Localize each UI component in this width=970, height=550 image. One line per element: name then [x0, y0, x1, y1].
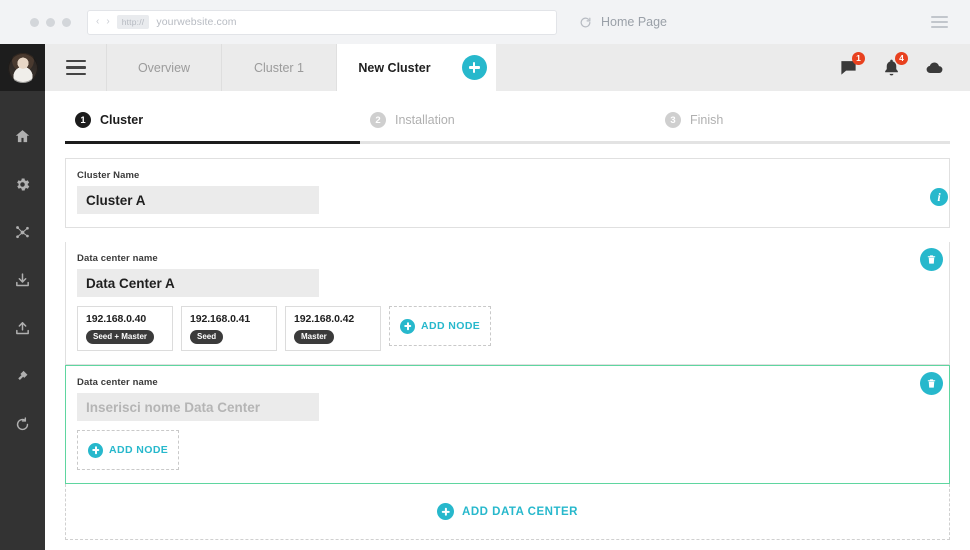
- node-card[interactable]: 192.168.0.41 Seed: [181, 306, 277, 351]
- wizard-stepper: 1 Cluster 2 Installation 3 Finish: [65, 91, 950, 144]
- left-sidebar: [0, 44, 45, 550]
- window-traffic-lights: [30, 17, 71, 27]
- add-node-label: ADD NODE: [109, 444, 169, 456]
- node-role-tag: Seed + Master: [86, 330, 155, 344]
- add-tab-container: [452, 44, 496, 91]
- wizard-content: i 1 Cluster 2 Installation 3 Finish Clus…: [45, 91, 970, 550]
- menu-hamburger-icon[interactable]: [45, 44, 107, 91]
- add-data-center-button[interactable]: ADD DATA CENTER: [65, 484, 950, 540]
- messages-badge: 1: [852, 52, 865, 65]
- protocol-badge: http://: [116, 15, 150, 29]
- topbar-actions: 1 4: [839, 44, 970, 91]
- forward-arrow-icon[interactable]: ›: [106, 17, 109, 27]
- url-text[interactable]: yourwebsite.com: [156, 16, 236, 28]
- upload-icon: [14, 320, 31, 337]
- refresh-icon: [14, 416, 31, 433]
- step-cluster[interactable]: 1 Cluster: [65, 105, 360, 144]
- data-center-name-label: Data center name: [77, 377, 158, 388]
- sidebar-nav: [0, 91, 45, 439]
- main-column: Overview Cluster 1 New Cluster 1 4 i 1 C…: [45, 44, 970, 550]
- step-label: Cluster: [100, 113, 144, 127]
- add-node-button[interactable]: ADD NODE: [77, 430, 180, 470]
- data-center-name-label: Data center name: [77, 253, 158, 264]
- sidebar-item-upload[interactable]: [0, 313, 45, 343]
- tab-label: Overview: [137, 60, 191, 75]
- sidebar-item-settings[interactable]: [0, 169, 45, 199]
- step-label: Installation: [395, 113, 455, 127]
- refresh-icon[interactable]: [579, 16, 592, 29]
- node-role-tag: Master: [294, 330, 334, 344]
- data-center-panel-new: Data center name ADD NODE: [65, 365, 950, 484]
- step-label: Finish: [690, 113, 724, 127]
- delete-data-center-button[interactable]: [920, 372, 943, 395]
- cluster-nodes-icon: [14, 224, 31, 241]
- maximize-window-dot[interactable]: [62, 17, 71, 27]
- node-role-tag: Seed: [190, 330, 224, 344]
- data-center-panel: Data center name 192.168.0.40 Seed + Mas…: [65, 242, 950, 365]
- add-node-label: ADD NODE: [421, 320, 481, 332]
- step-number: 2: [370, 112, 386, 128]
- browser-menu-icon[interactable]: [931, 16, 948, 28]
- tab-label: Cluster 1: [253, 60, 305, 75]
- alerts-badge: 4: [895, 52, 908, 65]
- tab-overview[interactable]: Overview: [106, 44, 222, 91]
- plus-icon: [88, 442, 103, 458]
- node-list: 192.168.0.40 Seed + Master 192.168.0.41 …: [77, 306, 938, 351]
- minimize-window-dot[interactable]: [46, 17, 55, 27]
- avatar: [7, 52, 38, 83]
- sidebar-item-download[interactable]: [0, 265, 45, 295]
- hammer-icon: [14, 368, 31, 385]
- add-tab-button[interactable]: [461, 55, 487, 80]
- node-list: ADD NODE: [77, 430, 938, 470]
- close-window-dot[interactable]: [30, 17, 39, 27]
- node-card[interactable]: 192.168.0.40 Seed + Master: [77, 306, 173, 351]
- messages-button[interactable]: 1: [839, 52, 865, 77]
- browser-nav-arrows: ‹ ›: [96, 17, 110, 27]
- step-installation[interactable]: 2 Installation: [360, 105, 655, 144]
- home-icon: [14, 128, 31, 145]
- node-ip: 192.168.0.40: [86, 313, 147, 325]
- sidebar-item-cluster[interactable]: [0, 217, 45, 247]
- data-center-name-input[interactable]: [77, 393, 319, 421]
- sidebar-item-tools[interactable]: [0, 361, 45, 391]
- app-shell: Overview Cluster 1 New Cluster 1 4 i 1 C…: [0, 44, 970, 550]
- back-arrow-icon[interactable]: ‹: [96, 17, 99, 27]
- data-center-name-input[interactable]: [77, 269, 319, 297]
- top-tab-bar: Overview Cluster 1 New Cluster 1 4: [45, 44, 970, 91]
- cloud-button[interactable]: [925, 58, 944, 77]
- add-node-button[interactable]: ADD NODE: [389, 306, 492, 346]
- node-ip: 192.168.0.41: [190, 313, 251, 325]
- page-title: Home Page: [601, 15, 668, 29]
- tab-cluster-1[interactable]: Cluster 1: [221, 44, 337, 91]
- cluster-name-input[interactable]: [77, 186, 319, 214]
- sidebar-item-refresh[interactable]: [0, 409, 45, 439]
- browser-chrome: ‹ › http:// yourwebsite.com Home Page: [0, 0, 970, 44]
- tab-label: New Cluster: [358, 60, 431, 75]
- node-ip: 192.168.0.42: [294, 313, 355, 325]
- cluster-name-panel: Cluster Name: [65, 158, 950, 228]
- node-card[interactable]: 192.168.0.42 Master: [285, 306, 381, 351]
- gear-icon: [14, 176, 31, 193]
- step-number: 1: [75, 112, 91, 128]
- address-bar[interactable]: ‹ › http:// yourwebsite.com: [87, 9, 557, 35]
- tab-new-cluster[interactable]: New Cluster: [336, 44, 452, 91]
- plus-icon: [437, 503, 455, 520]
- add-data-center-label: ADD DATA CENTER: [462, 505, 578, 518]
- cluster-name-label: Cluster Name: [77, 170, 140, 181]
- plus-icon: [400, 318, 415, 334]
- user-avatar-container[interactable]: [0, 44, 45, 91]
- step-finish[interactable]: 3 Finish: [655, 105, 950, 144]
- step-number: 3: [665, 112, 681, 128]
- alerts-button[interactable]: 4: [882, 52, 908, 77]
- page-title-area: Home Page: [579, 15, 667, 29]
- download-icon: [14, 272, 31, 289]
- sidebar-item-home[interactable]: [0, 121, 45, 151]
- delete-data-center-button[interactable]: [920, 248, 943, 271]
- tab-list: Overview Cluster 1 New Cluster: [106, 44, 496, 91]
